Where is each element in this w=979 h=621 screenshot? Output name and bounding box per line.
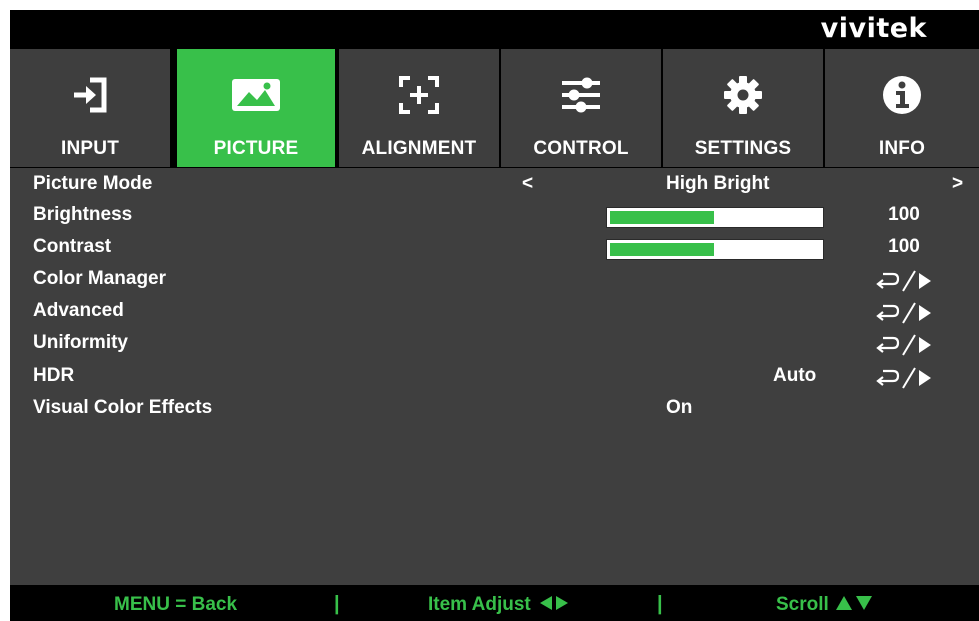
control-sliders-icon	[501, 75, 661, 115]
menu-row-visual-color-effects[interactable]: Visual Color Effects On	[10, 393, 979, 425]
slider-fill	[610, 243, 714, 256]
tab-info[interactable]: INFO	[825, 49, 979, 167]
info-icon	[825, 75, 979, 115]
next-option-arrow[interactable]: >	[952, 173, 963, 195]
menu-item-label: Color Manager	[33, 268, 167, 289]
up-down-arrows-icon	[835, 596, 872, 610]
menu-item-label: HDR	[33, 365, 75, 386]
menu-item-label: Advanced	[33, 300, 124, 321]
visual-color-effects-value: On	[666, 397, 693, 418]
contrast-slider[interactable]	[606, 239, 824, 260]
contrast-value: 100	[888, 236, 920, 257]
tab-bar: INPUT PICTURE ALIGNMENT CONTROL SETTINGS…	[10, 49, 979, 167]
hint-scroll: Scroll	[776, 594, 875, 616]
menu-row-advanced[interactable]: Advanced	[10, 296, 979, 328]
menu-row-contrast[interactable]: Contrast 100	[10, 232, 979, 264]
tab-alignment[interactable]: ALIGNMENT	[339, 49, 499, 167]
hint-item-adjust: Item Adjust	[428, 594, 571, 616]
tab-label: INPUT	[61, 138, 119, 159]
picture-menu-panel: Picture Mode < High Bright > Brightness …	[10, 168, 979, 585]
left-right-arrows-icon	[539, 596, 568, 610]
menu-row-uniformity[interactable]: Uniformity	[10, 328, 979, 360]
top-bar: vivitek	[10, 10, 979, 49]
slider-fill	[610, 211, 714, 224]
gear-icon	[663, 75, 823, 115]
menu-item-label: Contrast	[33, 236, 112, 257]
menu-item-label: Uniformity	[33, 332, 128, 353]
enter-submenu-icon[interactable]	[873, 330, 935, 358]
tab-label: INFO	[878, 138, 926, 159]
tab-picture[interactable]: PICTURE	[177, 49, 335, 167]
tab-label: SETTINGS	[694, 138, 792, 159]
picture-mode-value: High Bright	[666, 173, 770, 194]
menu-row-brightness[interactable]: Brightness 100	[10, 200, 979, 232]
tab-settings[interactable]: SETTINGS	[663, 49, 823, 167]
hint-separator: |	[657, 593, 663, 615]
menu-row-color-manager[interactable]: Color Manager	[10, 264, 979, 296]
footer-hints: MENU = Back | Item Adjust | Scroll	[10, 587, 979, 621]
menu-item-label: Brightness	[33, 204, 133, 225]
menu-item-label: Visual Color Effects	[33, 397, 213, 418]
brightness-slider[interactable]	[606, 207, 824, 228]
brightness-value: 100	[888, 204, 920, 225]
menu-row-hdr[interactable]: HDR Auto	[10, 361, 979, 393]
tab-label: CONTROL	[533, 138, 629, 159]
prev-option-arrow[interactable]: <	[522, 173, 533, 195]
input-icon	[10, 75, 170, 115]
hdr-value: Auto	[773, 365, 817, 386]
tab-control[interactable]: CONTROL	[501, 49, 661, 167]
tab-label: PICTURE	[213, 138, 299, 159]
menu-row-picture-mode[interactable]: Picture Mode < High Bright >	[10, 169, 979, 201]
hint-menu-back: MENU = Back	[114, 594, 238, 615]
enter-submenu-icon[interactable]	[873, 266, 935, 294]
picture-icon	[177, 75, 335, 115]
tab-input[interactable]: INPUT	[10, 49, 170, 167]
alignment-icon	[339, 75, 499, 115]
menu-item-label: Picture Mode	[33, 173, 153, 194]
brand-logo: vivitek	[820, 13, 927, 44]
tab-label: ALIGNMENT	[361, 138, 477, 159]
enter-submenu-icon[interactable]	[873, 363, 935, 391]
hint-separator: |	[334, 593, 340, 615]
osd-menu: vivitek INPUT PICTURE ALIGNMENT CONTROL …	[10, 10, 979, 621]
enter-submenu-icon[interactable]	[873, 298, 935, 326]
